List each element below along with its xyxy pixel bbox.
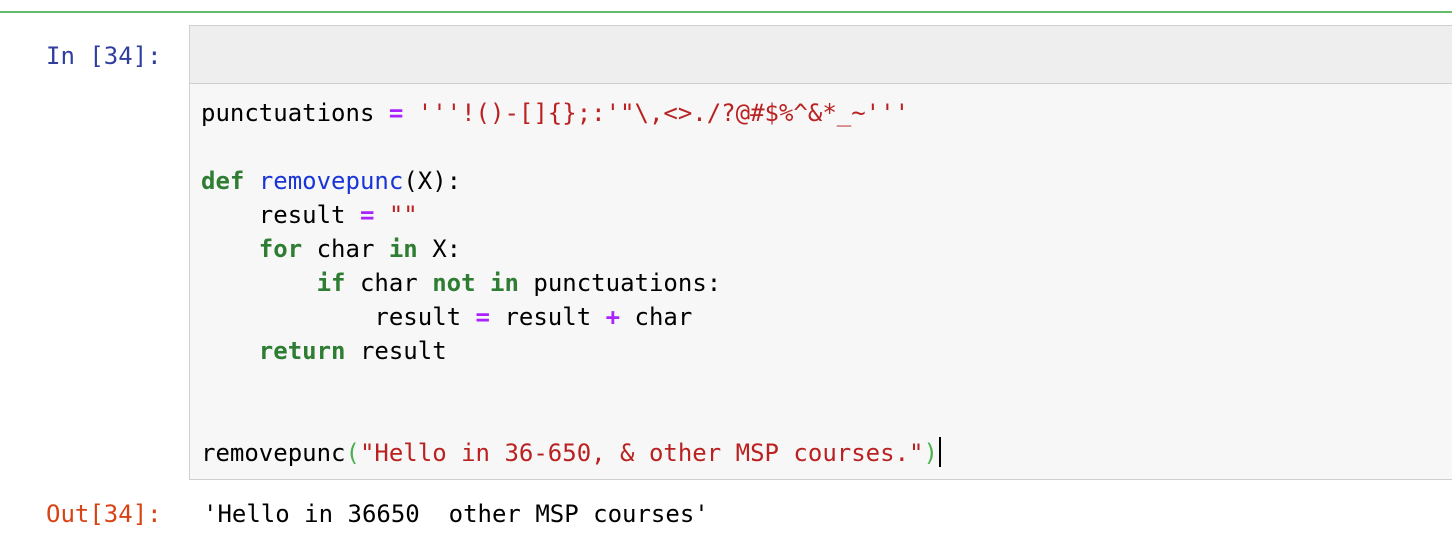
code-token: "Hello in 36-650, & other MSP courses." (359, 439, 924, 467)
cell-toolbar-area (190, 26, 1452, 84)
code-token: not (432, 269, 476, 297)
code-token: result (258, 201, 346, 229)
code-token: result (359, 337, 447, 365)
code-token: + (605, 303, 621, 331)
input-prompt: In [34]: (46, 42, 162, 70)
text-cursor (938, 437, 941, 467)
code-token: for (258, 235, 303, 263)
code-editor[interactable]: punctuations = '''!()-[]{};:'"\,<>./?@#$… (201, 96, 941, 470)
code-token: if (316, 269, 346, 297)
code-line-3: result = "" (201, 198, 941, 232)
code-token: = (388, 99, 404, 127)
code-cell-input[interactable]: punctuations = '''!()-[]{};:'"\,<>./?@#$… (189, 25, 1452, 480)
code-token: "" (388, 201, 418, 229)
code-token: return (258, 337, 346, 365)
code-token: char (316, 235, 375, 263)
code-line-2: def removepunc(X): (201, 164, 941, 198)
code-line-1: punctuations = '''!()-[]{};:'"\,<>./?@#$… (201, 96, 941, 130)
code-line-5: if char not in punctuations: (201, 266, 941, 300)
code-token: = (359, 201, 375, 229)
code-token: = (475, 303, 490, 331)
code-token: removepunc (258, 167, 404, 195)
code-line-4: for char in X: (201, 232, 941, 266)
code-token: ( (345, 439, 360, 467)
code-token: removepunc (201, 439, 346, 467)
code-token: def (201, 167, 245, 195)
cell-selected-border (0, 11, 1452, 13)
code-token: ) (923, 439, 938, 467)
code-line-7: return result (201, 334, 941, 368)
code-line-8: removepunc("Hello in 36-650, & other MSP… (201, 436, 941, 470)
code-token: X: (432, 235, 462, 263)
code-token: char (359, 269, 418, 297)
code-token: result (374, 303, 462, 331)
code-token: punctuations (201, 99, 375, 127)
code-token: in (490, 269, 519, 297)
code-token: punctuations: (533, 269, 722, 297)
code-token: char (634, 303, 693, 331)
code-line-6: result = result + char (201, 300, 941, 334)
output-prompt: Out[34]: (46, 500, 162, 528)
code-token: (X): (403, 167, 462, 195)
code-token: in (388, 235, 418, 263)
cell-output-text: 'Hello in 36650 other MSP courses' (203, 500, 709, 528)
code-token: result (504, 303, 592, 331)
code-token: '''!()-[]{};:'"\,<>./?@#$%^&*_~''' (417, 99, 910, 127)
